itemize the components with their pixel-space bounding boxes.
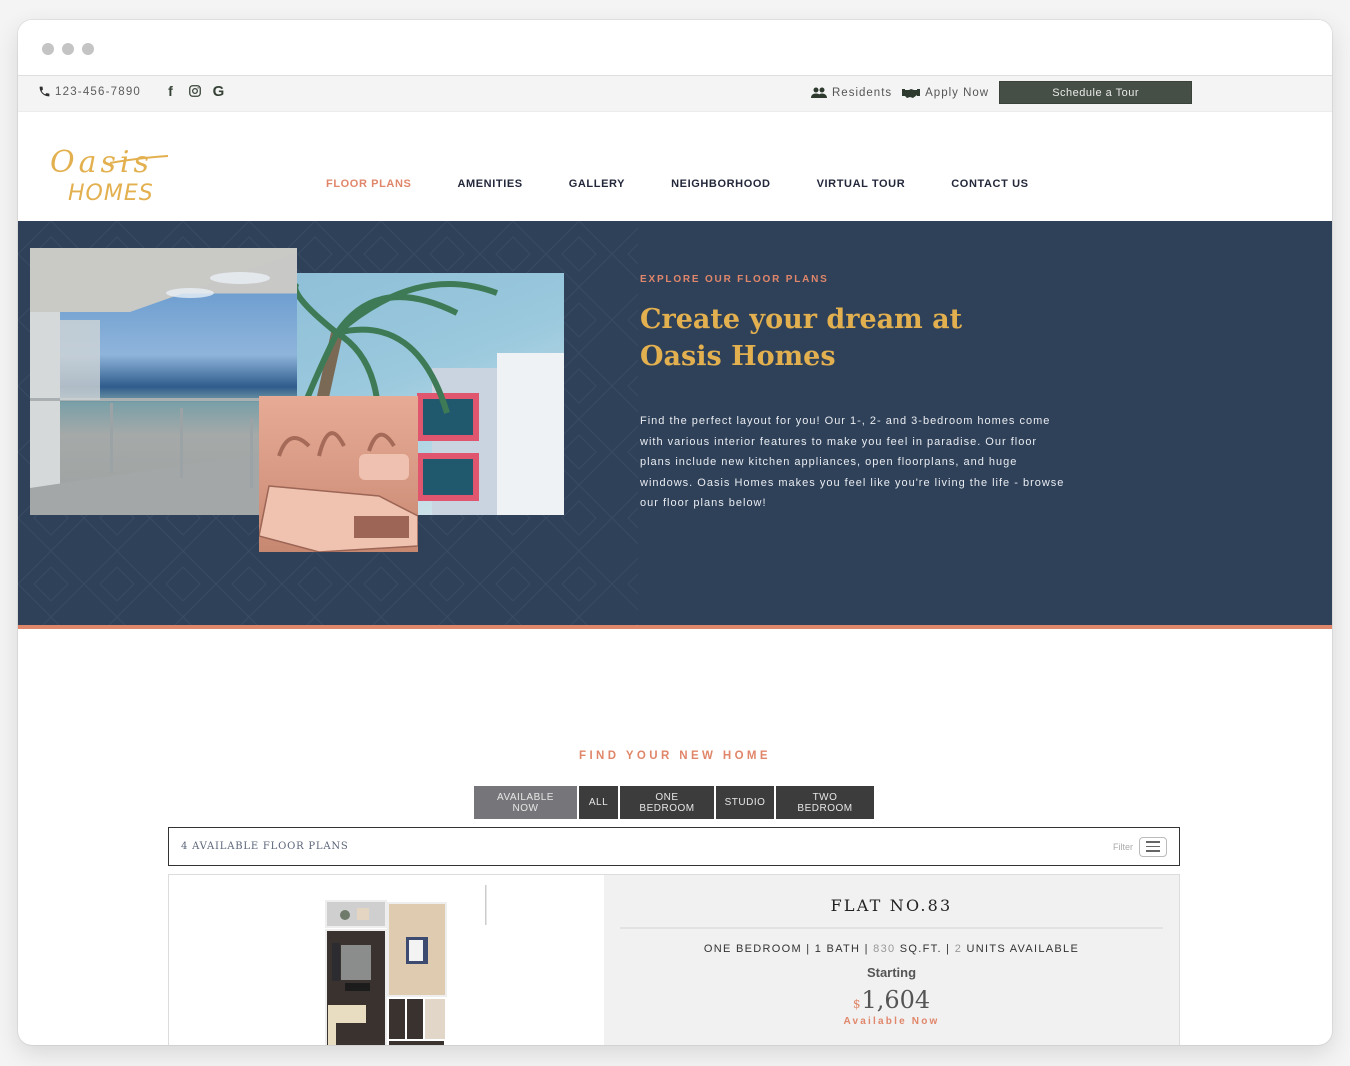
apply-now-label: Apply Now <box>925 86 990 99</box>
floorplan-filter-tabs: AVAILABLE NOW ALL ONE BEDROOM STUDIO TWO… <box>474 786 874 819</box>
floorplan-card[interactable]: FLAT NO.83 ONE BEDROOM | 1 BATH | 830 SQ… <box>168 874 1180 1045</box>
social-links: f G <box>164 83 226 100</box>
filter-control[interactable]: Filter <box>1113 836 1167 857</box>
floorplan-name[interactable]: FLAT NO.83 <box>604 896 1179 915</box>
available-count: 4 AVAILABLE FLOOR PLANS <box>181 841 349 852</box>
residents-label: Residents <box>832 86 893 99</box>
sqft-value: 830 <box>873 943 896 955</box>
handshake-icon <box>902 88 921 98</box>
hero-title-line1: Create your dream at <box>640 304 963 335</box>
residents-link[interactable]: Residents <box>811 87 892 99</box>
hero-description: Find the perfect layout for you! Our 1-,… <box>640 415 1065 509</box>
utility-links: Residents Apply Now Schedule a Tour <box>811 81 1193 104</box>
window-minimize-dot[interactable] <box>62 43 74 55</box>
logo-homes-text: HOMES <box>68 181 154 206</box>
hamburger-icon <box>1146 841 1160 843</box>
price: $1,604 <box>604 986 1179 1014</box>
currency-symbol: $ <box>852 997 861 1011</box>
nav-virtual-tour[interactable]: VIRTUAL TOUR <box>817 178 906 190</box>
bedrooms: ONE BEDROOM <box>703 943 802 955</box>
oasis-homes-logo[interactable]: Oasis HOMES <box>48 138 178 208</box>
window-close-dot[interactable] <box>42 43 54 55</box>
apply-now-link[interactable]: Apply Now <box>902 87 989 99</box>
floorplan-details: ONE BEDROOM | 1 BATH | 830 SQ.FT. | 2 UN… <box>703 943 1080 955</box>
starting-label: Starting <box>866 965 917 980</box>
phone-icon <box>39 86 50 97</box>
instagram-icon[interactable] <box>188 83 202 99</box>
hero-title-line2: Oasis Homes <box>640 341 836 372</box>
vintage-car-photo <box>259 396 418 552</box>
find-home-heading: FIND YOUR NEW HOME <box>579 750 771 762</box>
nav-gallery[interactable]: GALLERY <box>569 178 625 190</box>
tab-all[interactable]: ALL <box>579 786 618 819</box>
tab-available-now[interactable]: AVAILABLE NOW <box>474 786 577 819</box>
balcony-ocean-view-photo <box>30 248 297 515</box>
logo-oasis-text: Oasis <box>50 145 153 180</box>
browser-window: 123-456-7890 f G Residents Apply Now Sch… <box>18 20 1332 1045</box>
site-header: Oasis HOMES FLOOR PLANS AMENITIES GALLER… <box>18 112 1332 221</box>
utility-bar: 123-456-7890 f G Residents Apply Now Sch… <box>18 76 1332 112</box>
results-filter-bar: 4 AVAILABLE FLOOR PLANS Filter <box>168 827 1180 866</box>
schedule-tour-button[interactable]: Schedule a Tour <box>999 81 1193 104</box>
units-label: UNITS AVAILABLE <box>966 943 1080 955</box>
nav-contact-us[interactable]: CONTACT US <box>951 178 1028 190</box>
google-icon[interactable]: G <box>212 83 226 100</box>
units-count: 2 <box>954 943 963 955</box>
window-maximize-dot[interactable] <box>82 43 94 55</box>
tab-studio[interactable]: STUDIO <box>716 786 774 819</box>
sqft-unit: SQ.FT. <box>899 943 942 955</box>
tab-two-bedroom[interactable]: TWO BEDROOM <box>776 786 874 819</box>
main-nav: FLOOR PLANS AMENITIES GALLERY NEIGHBORHO… <box>326 178 1075 190</box>
phone-link[interactable]: 123-456-7890 <box>38 85 141 98</box>
availability-status: Available Now <box>843 1016 940 1027</box>
nav-amenities[interactable]: AMENITIES <box>457 178 522 190</box>
divider <box>620 927 1163 929</box>
users-icon <box>811 87 827 98</box>
phone-number: 123-456-7890 <box>55 85 142 98</box>
facebook-icon[interactable]: f <box>164 83 178 99</box>
floorplan-info: FLAT NO.83 ONE BEDROOM | 1 BATH | 830 SQ… <box>604 875 1179 1045</box>
tab-one-bedroom[interactable]: ONE BEDROOM <box>620 786 714 819</box>
window-chrome <box>18 20 1332 76</box>
nav-floor-plans[interactable]: FLOOR PLANS <box>326 178 411 190</box>
filter-label: Filter <box>1113 841 1133 852</box>
price-value: 1,604 <box>861 986 931 1014</box>
filter-menu-button[interactable] <box>1139 836 1167 857</box>
floorplan-image[interactable] <box>169 875 604 1045</box>
hero-title: Create your dream at Oasis Homes <box>640 301 1060 375</box>
floorplan-diagram <box>325 885 487 1045</box>
hero-eyebrow: EXPLORE OUR FLOOR PLANS <box>640 274 829 285</box>
hero-section: EXPLORE OUR FLOOR PLANS Create your drea… <box>18 221 1332 629</box>
nav-neighborhood[interactable]: NEIGHBORHOOD <box>671 178 770 190</box>
baths: 1 BATH <box>814 943 861 955</box>
